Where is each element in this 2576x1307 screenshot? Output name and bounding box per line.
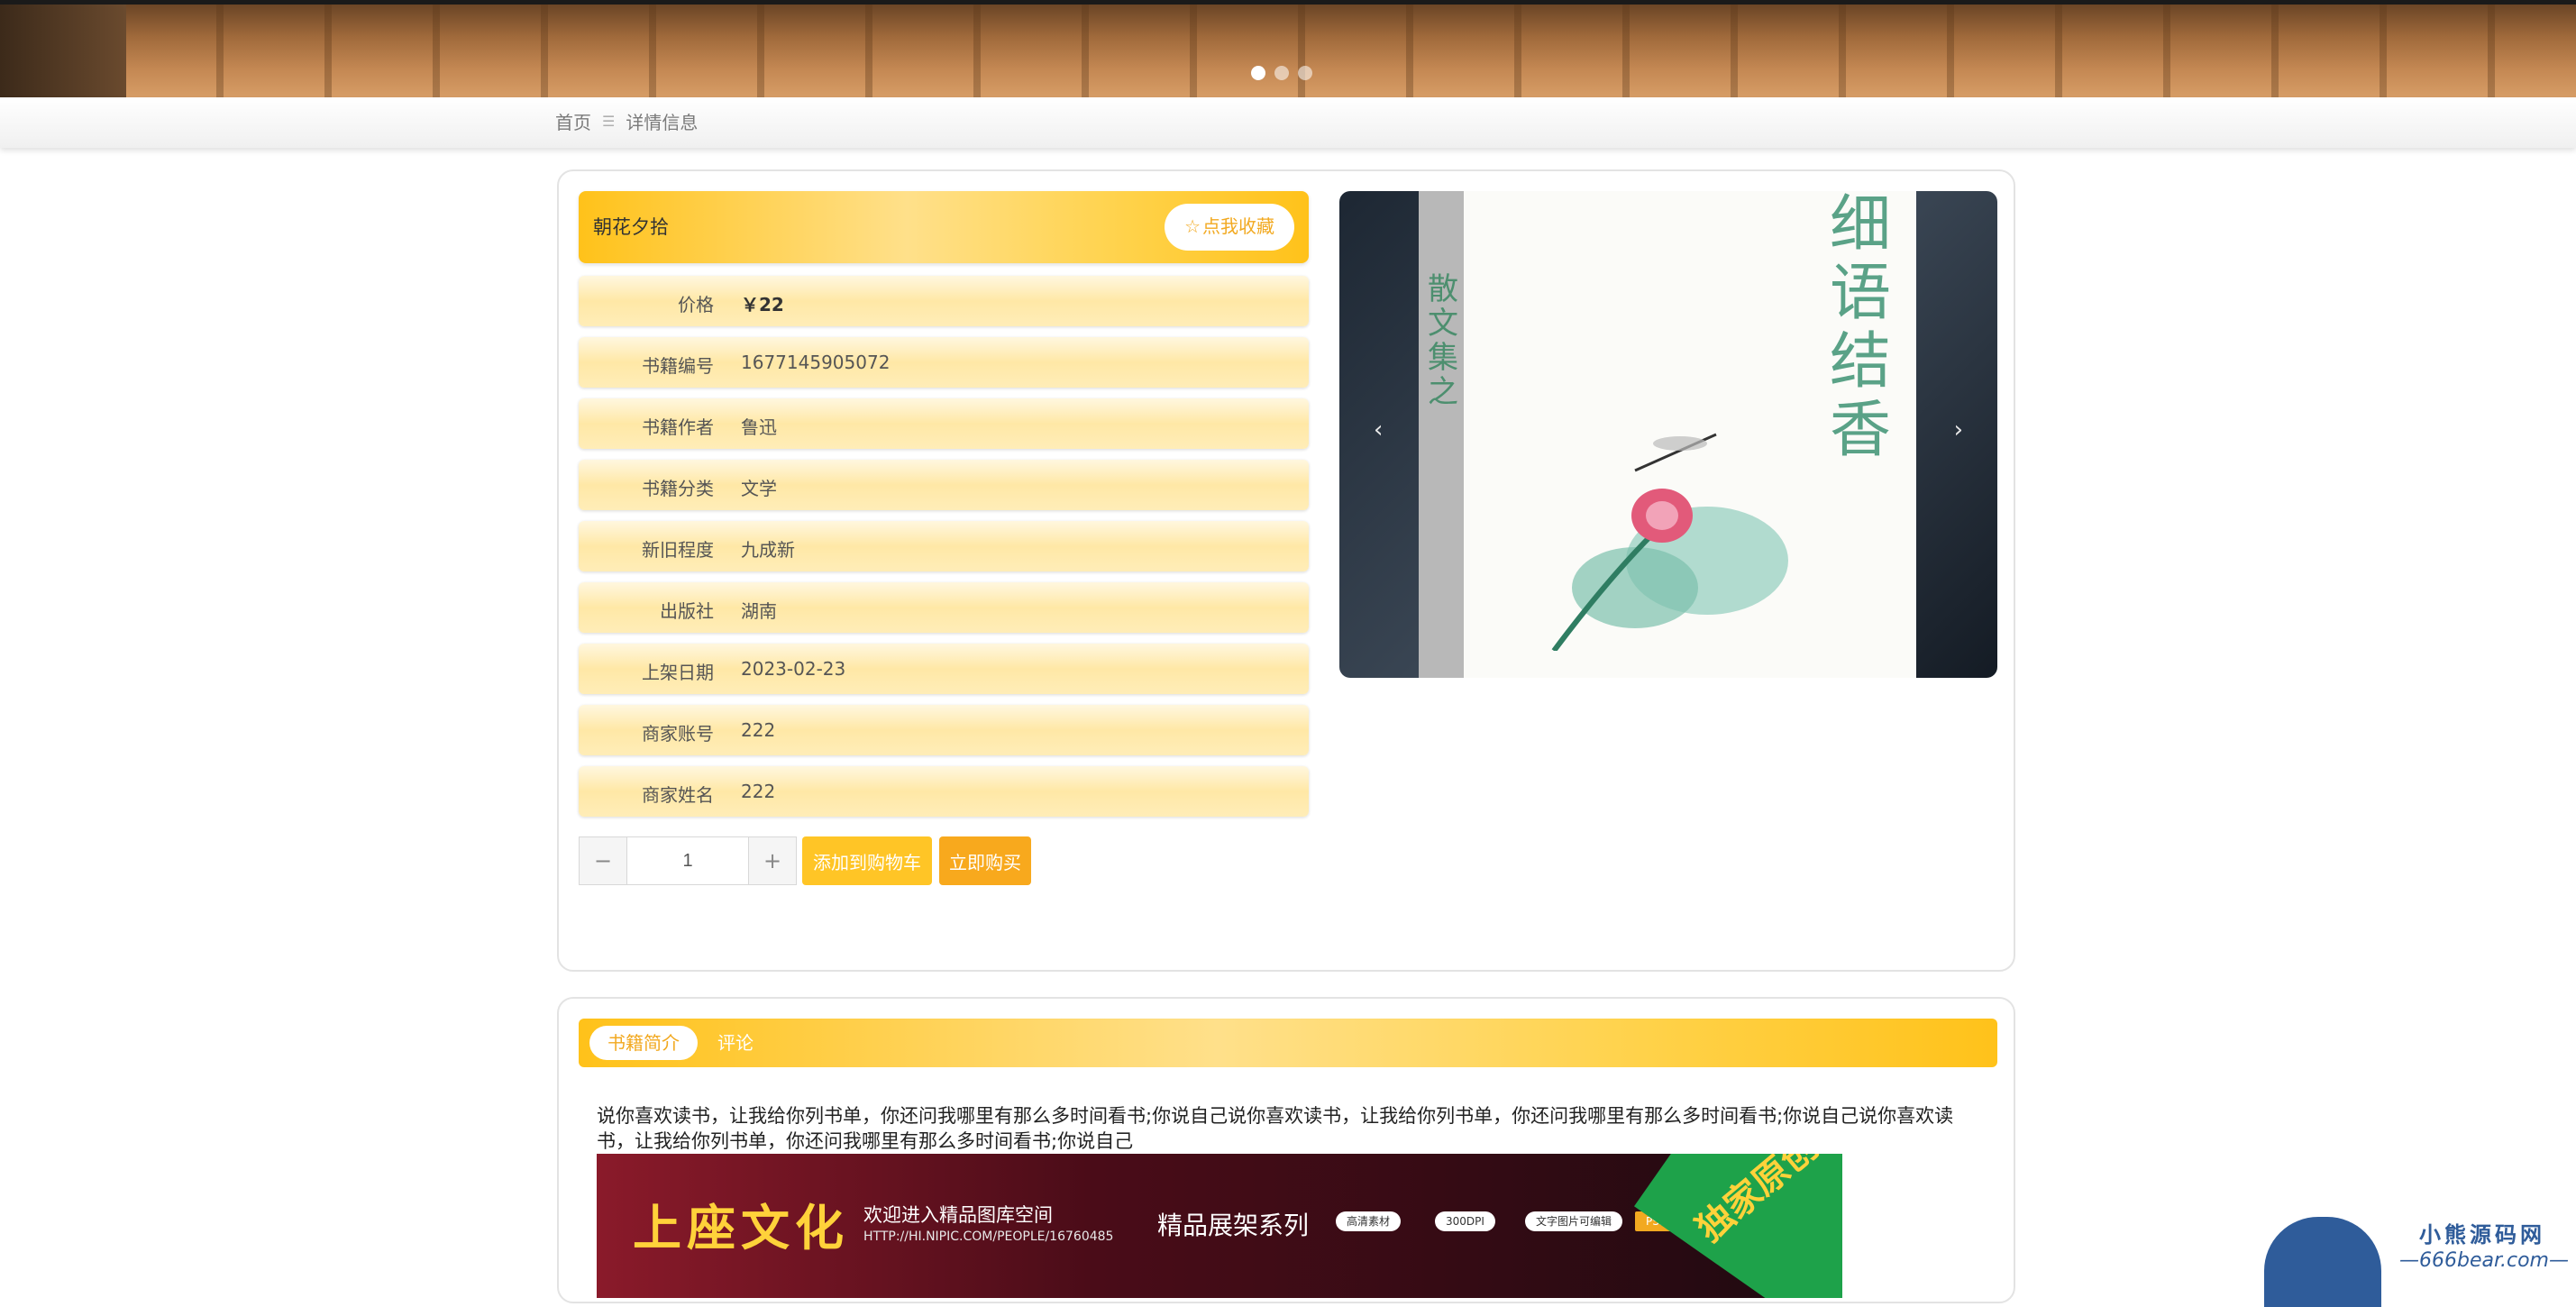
promo-banner-image: 上座文化 欢迎进入精品图库空间 HTTP://HI.NIPIC.COM/PEOP… bbox=[597, 1154, 1842, 1298]
book-cover-image: 散文集之 细语结香 bbox=[1419, 191, 1916, 678]
cover-spine-text: 散文集之 bbox=[1428, 271, 1458, 410]
watermark-name: 小熊源码网 bbox=[2419, 1222, 2545, 1248]
detail-value: 2023-02-23 bbox=[741, 658, 846, 680]
detail-value: 鲁迅 bbox=[741, 416, 777, 438]
cover-title: 细语结香 bbox=[1830, 191, 1892, 466]
bear-logo-icon bbox=[2264, 1217, 2381, 1307]
detail-row-date: 上架日期 2023-02-23 bbox=[579, 644, 1309, 694]
detail-value: 222 bbox=[741, 719, 776, 741]
breadcrumb-current: 详情信息 bbox=[626, 112, 699, 133]
detail-label: 上架日期 bbox=[642, 662, 714, 683]
product-name: 朝花夕拾 bbox=[593, 216, 669, 238]
top-banner bbox=[0, 0, 2576, 97]
ad-brand: 上座文化 bbox=[633, 1199, 849, 1257]
ad-welcome: 欢迎进入精品图库空间 bbox=[863, 1204, 1053, 1226]
breadcrumb-home[interactable]: 首页 bbox=[555, 108, 591, 134]
breadcrumb-bar: 首页 ☰ 详情信息 bbox=[0, 97, 2576, 148]
star-icon: ☆ bbox=[1184, 217, 1201, 237]
detail-list: 价格 ￥22 书籍编号 1677145905072 书籍作者 鲁迅 书籍分类 文学 新旧… bbox=[579, 276, 1309, 827]
watermark-url: —666bear.com— bbox=[2399, 1249, 2569, 1272]
detail-row-author: 书籍作者 鲁迅 bbox=[579, 398, 1309, 449]
add-to-cart-button[interactable]: 添加到购物车 bbox=[802, 836, 932, 885]
favorite-label: 点我收藏 bbox=[1202, 217, 1274, 237]
tab-bar: 书籍简介 评论 bbox=[579, 1019, 1997, 1067]
ad-url: HTTP://HI.NIPIC.COM/PEOPLE/16760485 bbox=[863, 1229, 1114, 1244]
detail-label: 出版社 bbox=[660, 600, 714, 622]
banner-dot-1[interactable] bbox=[1251, 66, 1265, 80]
banner-dots bbox=[1251, 66, 1312, 80]
carousel-prev-icon[interactable]: ‹ bbox=[1374, 416, 1383, 443]
detail-value: 文学 bbox=[741, 478, 777, 499]
ad-tag: 文字图片可编辑 bbox=[1525, 1211, 1623, 1231]
detail-row-price: 价格 ￥22 bbox=[579, 276, 1309, 326]
product-title-bar: 朝花夕拾 ☆ 点我收藏 bbox=[579, 191, 1309, 263]
info-panel: 书籍简介 评论 说你喜欢读书，让我给你列书单，你还问我哪里有那么多时间看书;你说… bbox=[557, 997, 2015, 1303]
book-spine: 散文集之 bbox=[1419, 191, 1464, 678]
quantity-stepper: − + bbox=[579, 836, 797, 885]
buy-now-button[interactable]: 立即购买 bbox=[939, 836, 1031, 885]
banner-shelf-image bbox=[0, 5, 126, 97]
ad-tag: 300DPI bbox=[1435, 1211, 1495, 1231]
ad-series: 精品展架系列 bbox=[1157, 1211, 1310, 1240]
detail-row-publisher: 出版社 湖南 bbox=[579, 582, 1309, 633]
breadcrumb-separator-icon: ☰ bbox=[602, 113, 616, 130]
tab-comments[interactable]: 评论 bbox=[699, 1026, 772, 1060]
quantity-minus-button[interactable]: − bbox=[579, 836, 627, 885]
detail-label: 书籍作者 bbox=[642, 416, 714, 438]
favorite-button[interactable]: ☆ 点我收藏 bbox=[1165, 204, 1294, 251]
carousel-next-icon[interactable]: › bbox=[1954, 416, 1963, 443]
quantity-input[interactable] bbox=[627, 836, 748, 885]
detail-row-seller-account: 商家账号 222 bbox=[579, 705, 1309, 755]
detail-row-condition: 新旧程度 九成新 bbox=[579, 521, 1309, 571]
book-description: 说你喜欢读书，让我给你列书单，你还问我哪里有那么多时间看书;你说自己说你喜欢读书… bbox=[597, 1105, 1954, 1152]
banner-dot-3[interactable] bbox=[1298, 66, 1312, 80]
detail-value: 湖南 bbox=[741, 600, 777, 622]
detail-row-category: 书籍分类 文学 bbox=[579, 460, 1309, 510]
detail-label: 商家姓名 bbox=[642, 784, 714, 806]
lotus-illustration bbox=[1551, 433, 1788, 651]
detail-label: 新旧程度 bbox=[642, 539, 714, 561]
product-image-carousel: 散文集之 细语结香 ‹ › bbox=[1339, 191, 1997, 678]
tab-introduction[interactable]: 书籍简介 bbox=[589, 1026, 698, 1060]
detail-label: 书籍分类 bbox=[642, 478, 714, 499]
detail-value: 222 bbox=[741, 781, 776, 802]
detail-row-seller-name: 商家姓名 222 bbox=[579, 766, 1309, 817]
detail-label: 书籍编号 bbox=[642, 355, 714, 377]
quantity-plus-button[interactable]: + bbox=[748, 836, 797, 885]
ad-tag: 高清素材 bbox=[1336, 1211, 1402, 1231]
detail-value: 九成新 bbox=[741, 539, 795, 561]
site-watermark: 小熊源码网 —666bear.com— bbox=[2264, 1208, 2571, 1307]
breadcrumb: 首页 ☰ 详情信息 bbox=[555, 108, 698, 134]
detail-row-book-id: 书籍编号 1677145905072 bbox=[579, 337, 1309, 388]
detail-value: ￥22 bbox=[741, 294, 784, 315]
detail-value: 1677145905072 bbox=[741, 352, 891, 373]
banner-dot-2[interactable] bbox=[1274, 66, 1289, 80]
detail-label: 价格 bbox=[678, 294, 714, 315]
detail-label: 商家账号 bbox=[642, 723, 714, 745]
product-panel: 朝花夕拾 ☆ 点我收藏 价格 ￥22 书籍编号 1677145905072 书籍作者 鲁… bbox=[557, 169, 2015, 972]
